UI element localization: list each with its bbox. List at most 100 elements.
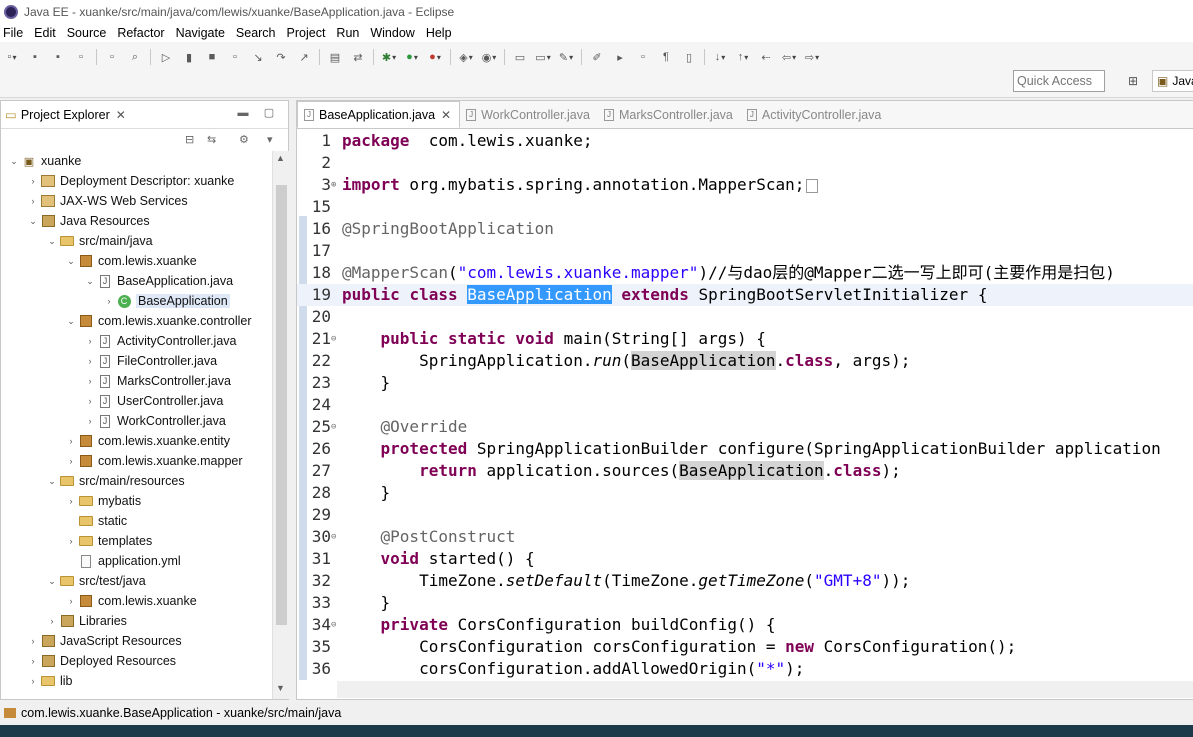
open-folder-icon[interactable]: ▭ <box>535 49 551 65</box>
chevron-right-icon[interactable]: › <box>102 296 116 306</box>
close-icon[interactable]: ✕ <box>441 108 451 122</box>
code-line[interactable]: 30 ⊖ @PostConstruct <box>297 526 1193 548</box>
back-icon[interactable]: ⇦ <box>781 49 797 65</box>
chevron-right-icon[interactable]: › <box>64 536 78 546</box>
menu-project[interactable]: Project <box>287 26 326 40</box>
code-line[interactable]: 23 } <box>297 372 1193 394</box>
step-return-icon[interactable]: ↗ <box>296 49 312 65</box>
tree-item[interactable]: › Deployed Resources <box>1 651 272 671</box>
view-menu-icon[interactable]: ▾ <box>267 133 273 146</box>
menu-help[interactable]: Help <box>426 26 452 40</box>
chevron-right-icon[interactable]: › <box>26 636 40 646</box>
tree-item[interactable]: › J MarksController.java <box>1 371 272 391</box>
menu-file[interactable]: File <box>3 26 23 40</box>
save-all-icon[interactable]: ▪ <box>50 49 66 65</box>
tree-item[interactable]: › com.lewis.xuanke.entity <box>1 431 272 451</box>
tree-item[interactable]: › J ActivityController.java <box>1 331 272 351</box>
open-type-icon[interactable]: ▭ <box>512 49 528 65</box>
scroll-up-icon[interactable]: ▲ <box>276 153 285 163</box>
code-line[interactable]: 1 package com.lewis.xuanke; <box>297 130 1193 152</box>
disconnect-icon[interactable]: ▫ <box>227 49 243 65</box>
search-dd-icon[interactable]: ✎ <box>558 49 574 65</box>
code-area[interactable]: 1 package com.lewis.xuanke; 2 3 ⊕ import org.… <box>297 130 1193 680</box>
tree-item[interactable]: ⌄ J BaseApplication.java <box>1 271 272 291</box>
code-line[interactable]: 17 <box>297 240 1193 262</box>
tree-item[interactable]: static <box>1 511 272 531</box>
tab-markscontroller[interactable]: J MarksController.java <box>598 101 741 128</box>
code-line[interactable]: 15 <box>297 196 1193 218</box>
tree-item[interactable]: ⌄ com.lewis.xuanke.controller <box>1 311 272 331</box>
collapse-fold-icon[interactable]: ⊖ <box>331 328 336 350</box>
quick-access-input[interactable] <box>1013 70 1105 92</box>
run-icon[interactable]: ● <box>404 49 420 65</box>
print-icon[interactable]: ▫ <box>73 49 89 65</box>
new-java-project-icon[interactable]: ◈ <box>458 49 474 65</box>
tree-item[interactable]: › J WorkController.java <box>1 411 272 431</box>
code-line[interactable]: 34 ⊖ private CorsConfiguration buildConfi… <box>297 614 1193 636</box>
pin-icon[interactable]: ▯ <box>681 49 697 65</box>
tab-baseapplication[interactable]: J BaseApplication.java ✕ <box>297 101 461 128</box>
expand-down-icon[interactable]: ⌄ <box>83 276 97 287</box>
tree-item[interactable]: ⌄ src/main/java <box>1 231 272 251</box>
chevron-right-icon[interactable]: › <box>83 416 97 426</box>
deploy-icon[interactable]: ⇄ <box>350 49 366 65</box>
menu-refactor[interactable]: Refactor <box>117 26 164 40</box>
new-icon[interactable]: ▫ <box>4 49 20 65</box>
expand-down-icon[interactable]: ⌄ <box>26 216 40 227</box>
tree-item[interactable]: › com.lewis.xuanke <box>1 591 272 611</box>
step-into-icon[interactable]: ↘ <box>250 49 266 65</box>
block-selection-icon[interactable]: ▫ <box>635 49 651 65</box>
collapse-all-icon[interactable]: ⊟ <box>185 133 194 146</box>
java-perspective-button[interactable]: ▣ Java <box>1152 70 1193 92</box>
scroll-down-icon[interactable]: ▼ <box>276 683 285 693</box>
chevron-right-icon[interactable]: › <box>83 396 97 406</box>
whitespace-icon[interactable]: ¶ <box>658 49 674 65</box>
chevron-right-icon[interactable]: › <box>26 176 40 186</box>
menu-source[interactable]: Source <box>67 26 107 40</box>
chevron-right-icon[interactable]: › <box>45 616 59 626</box>
maximize-icon[interactable]: ▢ <box>263 107 275 119</box>
suspend-icon[interactable]: ▮ <box>181 49 197 65</box>
chevron-right-icon[interactable]: › <box>26 656 40 666</box>
debug-icon[interactable]: ✱ <box>381 49 397 65</box>
new-class-icon[interactable]: ◉ <box>481 49 497 65</box>
tree-item[interactable]: › mybatis <box>1 491 272 511</box>
chevron-right-icon[interactable]: › <box>64 436 78 446</box>
tree-item[interactable]: › com.lewis.xuanke.mapper <box>1 451 272 471</box>
code-line[interactable]: 31 void started() { <box>297 548 1193 570</box>
close-icon[interactable]: ✕ <box>116 108 126 122</box>
menu-navigate[interactable]: Navigate <box>176 26 225 40</box>
menu-edit[interactable]: Edit <box>34 26 56 40</box>
code-line[interactable]: 2 <box>297 152 1193 174</box>
tree-item[interactable]: ⌄ com.lewis.xuanke <box>1 251 272 271</box>
chevron-right-icon[interactable]: › <box>83 356 97 366</box>
menu-run[interactable]: Run <box>336 26 359 40</box>
tree-item[interactable]: › lib <box>1 671 272 691</box>
expand-down-icon[interactable]: ⌄ <box>7 156 21 167</box>
code-line[interactable]: 20 <box>297 306 1193 328</box>
collapse-fold-icon[interactable]: ⊖ <box>331 416 336 438</box>
tree-item[interactable]: › templates <box>1 531 272 551</box>
folded-imports-box[interactable] <box>806 178 819 193</box>
link-editor-icon[interactable]: ⇆ <box>207 133 216 146</box>
code-line[interactable]: 35 CorsConfiguration corsConfiguration =… <box>297 636 1193 658</box>
code-line[interactable]: 32 TimeZone.setDefault(TimeZone.getTimeZ… <box>297 570 1193 592</box>
prev-annotation-icon[interactable]: ↑ <box>735 49 751 65</box>
expand-down-icon[interactable]: ⌄ <box>64 316 78 327</box>
terminate-icon[interactable]: ■ <box>204 49 220 65</box>
code-line[interactable]: 28 } <box>297 482 1193 504</box>
tree-item[interactable]: application.yml <box>1 551 272 571</box>
code-line[interactable]: 24 <box>297 394 1193 416</box>
tree-item[interactable]: › Deployment Descriptor: xuanke <box>1 171 272 191</box>
external-tools-icon[interactable]: ● <box>427 49 443 65</box>
code-line[interactable]: 22 SpringApplication.run(BaseApplication… <box>297 350 1193 372</box>
code-line[interactable]: 29 <box>297 504 1193 526</box>
chevron-right-icon[interactable]: › <box>64 456 78 466</box>
tree-item[interactable]: ⌄ Java Resources <box>1 211 272 231</box>
expand-down-icon[interactable]: ⌄ <box>45 236 59 247</box>
open-perspective-icon[interactable]: ⊞ <box>1120 70 1146 92</box>
step-over-icon[interactable]: ↷ <box>273 49 289 65</box>
code-line[interactable]: 36 corsConfiguration.addAllowedOrigin("*… <box>297 658 1193 680</box>
tree-item[interactable]: › JavaScript Resources <box>1 631 272 651</box>
next-annotation-icon[interactable]: ↓ <box>712 49 728 65</box>
